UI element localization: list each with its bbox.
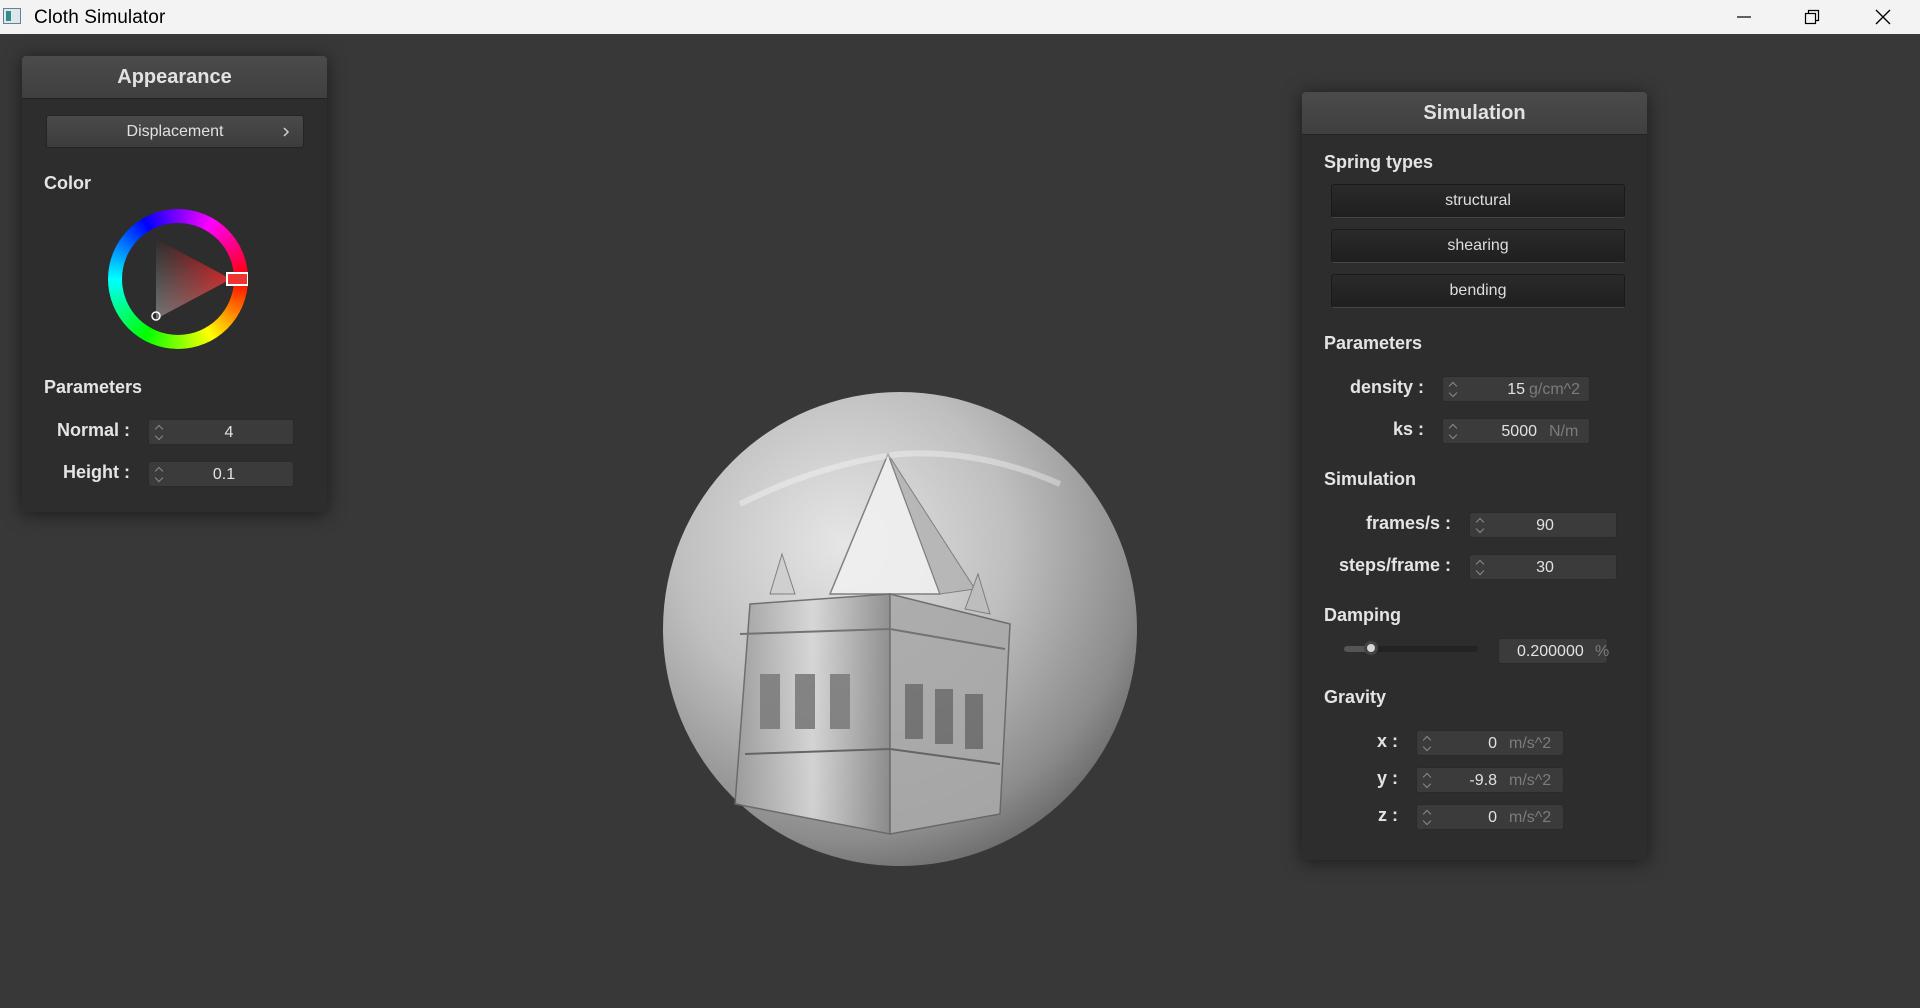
damping-value: 0.200000	[1517, 643, 1584, 660]
spin-arrows-icon[interactable]	[1423, 734, 1433, 752]
shader-popup-button[interactable]: Displacement	[46, 115, 304, 148]
damping-slider-handle[interactable]	[1363, 641, 1378, 655]
minimize-icon	[1737, 16, 1751, 18]
close-icon	[1875, 9, 1891, 25]
gravity-z-value: 0	[1488, 809, 1497, 826]
simulation-panel: Simulation Spring types structural shear…	[1302, 92, 1647, 860]
gravity-y-label: y :	[1376, 768, 1398, 788]
gravity-x-spinbox[interactable]: 0 m/s^2	[1416, 730, 1564, 756]
gravity-z-spinbox[interactable]: 0 m/s^2	[1416, 804, 1564, 830]
density-label: density :	[1349, 377, 1424, 397]
gravity-label: Gravity	[1324, 687, 1387, 707]
shearing-label: shearing	[1447, 237, 1509, 254]
gravity-z-label: z :	[1378, 805, 1398, 825]
spring-types-label: Spring types	[1324, 152, 1434, 172]
height-label: Height :	[63, 462, 130, 482]
damping-label: Damping	[1324, 605, 1402, 625]
chevron-right-icon	[283, 127, 290, 137]
ks-spinbox[interactable]: 5000 N/m	[1442, 418, 1590, 444]
steps-value: 30	[1536, 559, 1554, 576]
restore-icon	[1804, 9, 1820, 25]
bending-toggle[interactable]: bending	[1331, 274, 1625, 308]
sim-parameters-label: Parameters	[1324, 333, 1423, 353]
fps-value: 90	[1536, 517, 1554, 534]
spin-arrows-icon[interactable]	[155, 465, 165, 483]
spin-arrows-icon[interactable]	[1423, 808, 1433, 826]
simulation-section-label: Simulation	[1324, 469, 1417, 489]
bending-label: bending	[1449, 282, 1507, 299]
density-unit: g/cm^2	[1529, 381, 1581, 398]
shearing-toggle[interactable]: shearing	[1331, 229, 1625, 263]
restore-button[interactable]	[1779, 0, 1845, 34]
height-value: 0.1	[212, 466, 236, 483]
ks-label: ks :	[1392, 419, 1424, 439]
close-button[interactable]	[1850, 0, 1916, 34]
damping-slider[interactable]	[1344, 639, 1478, 659]
steps-label: steps/frame :	[1338, 555, 1451, 575]
app-icon	[3, 8, 21, 24]
gravity-z-unit: m/s^2	[1509, 809, 1552, 826]
structural-label: structural	[1445, 192, 1511, 209]
height-spinbox[interactable]: 0.1	[148, 461, 294, 487]
gravity-x-unit: m/s^2	[1509, 735, 1552, 752]
ks-value: 5000	[1501, 423, 1537, 440]
gravity-y-spinbox[interactable]: -9.8 m/s^2	[1416, 767, 1564, 793]
appearance-parameters-label: Parameters	[44, 377, 143, 397]
title-bar: Cloth Simulator	[0, 0, 1920, 34]
minimize-button[interactable]	[1711, 0, 1777, 34]
simulation-panel-title: Simulation	[1302, 92, 1647, 135]
shader-popup-label: Displacement	[126, 123, 224, 140]
gravity-y-value: -9.8	[1469, 772, 1497, 789]
damping-value-box[interactable]: 0.200000 %	[1498, 638, 1610, 664]
color-section-label: Color	[44, 173, 91, 193]
window-title: Cloth Simulator	[34, 7, 166, 28]
structural-toggle[interactable]: structural	[1331, 184, 1625, 218]
appearance-panel: Appearance Displacement Color Parameters	[22, 56, 327, 512]
steps-spinbox[interactable]: 30	[1469, 554, 1617, 580]
fps-label: frames/s :	[1365, 513, 1451, 533]
gravity-y-unit: m/s^2	[1509, 772, 1552, 789]
appearance-panel-title: Appearance	[22, 56, 327, 99]
spin-arrows-icon[interactable]	[1449, 422, 1459, 440]
spin-arrows-icon[interactable]	[155, 423, 165, 441]
damping-unit: %	[1595, 643, 1610, 660]
fps-spinbox[interactable]: 90	[1469, 512, 1617, 538]
density-spinbox[interactable]: 15 g/cm^2	[1442, 376, 1590, 402]
spin-arrows-icon[interactable]	[1423, 771, 1433, 789]
gravity-x-value: 0	[1488, 735, 1497, 752]
normal-spinbox[interactable]: 4	[148, 419, 294, 445]
ks-unit: N/m	[1549, 423, 1579, 440]
spin-arrows-icon[interactable]	[1476, 558, 1486, 576]
gravity-x-label: x :	[1376, 731, 1398, 751]
spin-arrows-icon[interactable]	[1476, 516, 1486, 534]
color-wheel[interactable]	[108, 209, 248, 349]
density-value: 15	[1507, 381, 1525, 398]
normal-value: 4	[224, 424, 234, 441]
spin-arrows-icon[interactable]	[1449, 380, 1459, 398]
normal-label: Normal :	[56, 420, 130, 440]
